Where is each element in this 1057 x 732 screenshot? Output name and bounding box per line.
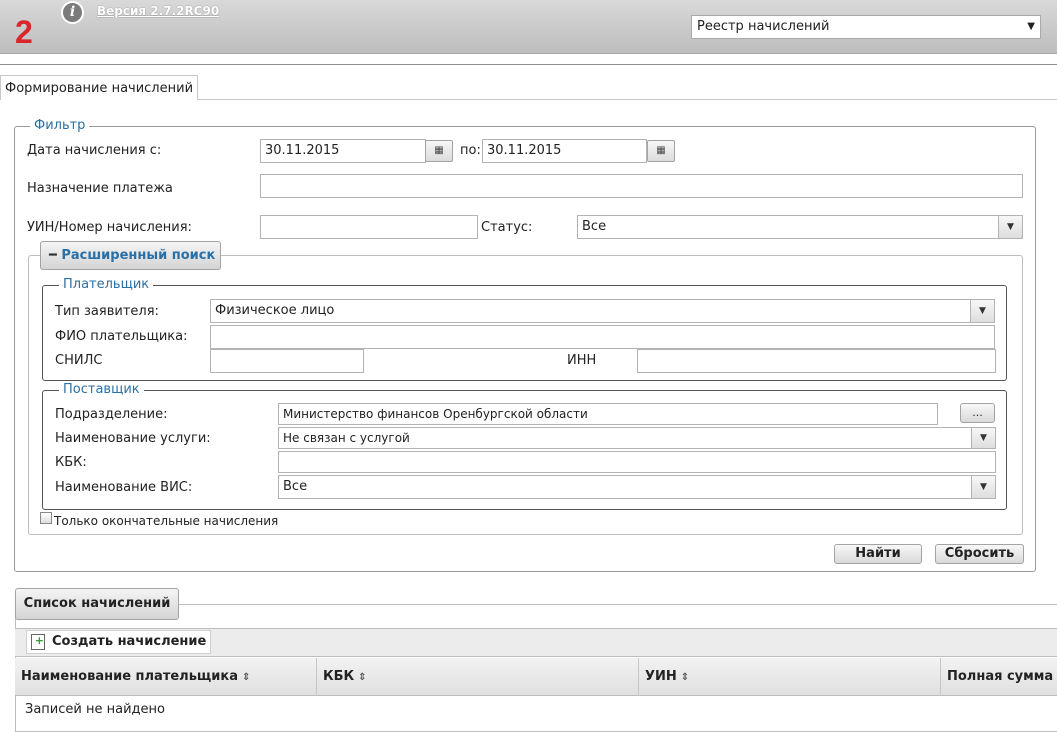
status-select[interactable]: Все ▼ xyxy=(577,215,1023,239)
divider xyxy=(0,64,1057,65)
sort-icon[interactable]: ⇕ xyxy=(242,672,250,683)
version-link[interactable]: Версия 2.7.2RC90 xyxy=(97,4,219,18)
column-header-total-amount[interactable]: Полная сумма н xyxy=(941,658,1057,696)
empty-table-message: Записей не найдено xyxy=(25,702,165,717)
division-input[interactable]: Министерство финансов Оренбургской облас… xyxy=(278,403,938,425)
service-select[interactable]: Не связан с услугой ▼ xyxy=(278,427,996,449)
applicant-type-value: Физическое лицо xyxy=(215,303,335,318)
date-to-label: по: xyxy=(460,143,481,158)
division-label: Подразделение: xyxy=(55,407,168,422)
info-icon[interactable]: i xyxy=(61,1,84,24)
service-select-value: Не связан с услугой xyxy=(283,431,410,445)
purpose-input[interactable] xyxy=(260,174,1023,198)
add-document-icon: + xyxy=(31,634,45,650)
kbk-input[interactable] xyxy=(278,451,996,473)
sort-icon[interactable]: ⇕ xyxy=(681,672,689,683)
advanced-search-toggle[interactable]: ━ Расширенный поиск xyxy=(40,241,221,270)
tab-charges-formation[interactable]: Формирование начислений xyxy=(0,75,199,100)
inn-input[interactable] xyxy=(637,349,996,373)
find-button[interactable]: Найти xyxy=(834,544,922,564)
date-to-input[interactable]: 30.11.2015 xyxy=(482,139,647,163)
calendar-icon[interactable]: ▦ xyxy=(425,140,453,162)
dropdown-arrow-icon[interactable]: ▼ xyxy=(970,300,994,322)
status-select-value: Все xyxy=(582,219,607,234)
dropdown-arrow-icon[interactable]: ▼ xyxy=(998,216,1022,238)
reset-button[interactable]: Сбросить xyxy=(935,544,1024,564)
sort-icon[interactable]: ⇕ xyxy=(358,672,366,683)
filter-legend: Фильтр xyxy=(30,119,90,133)
vis-select[interactable]: Все ▼ xyxy=(278,475,996,499)
uin-input[interactable] xyxy=(260,215,478,239)
kbk-label: КБК: xyxy=(55,455,87,470)
table-header: Наименование плательщика ⇕ КБК ⇕ УИН ⇕ Полн… xyxy=(15,658,1057,696)
division-pick-button[interactable]: ... xyxy=(960,403,995,423)
payer-fio-input[interactable] xyxy=(210,325,995,349)
payer-legend: Плательщик xyxy=(59,278,154,292)
divider xyxy=(197,99,1057,100)
vis-label: Наименование ВИС: xyxy=(55,480,193,495)
column-header-kbk[interactable]: КБК ⇕ xyxy=(317,658,639,696)
dropdown-arrow-icon[interactable]: ▼ xyxy=(971,476,995,498)
step-number: 2 xyxy=(15,14,33,50)
uin-label: УИН/Номер начисления: xyxy=(27,220,192,235)
purpose-label: Назначение платежа xyxy=(27,181,173,196)
snils-input[interactable] xyxy=(210,349,364,373)
module-select[interactable]: Реестр начислений ▼ xyxy=(691,15,1041,39)
final-only-label: Только окончательные начисления xyxy=(54,514,279,528)
date-from-input[interactable]: 30.11.2015 xyxy=(260,139,426,163)
module-select-value: Реестр начислений xyxy=(697,19,830,34)
applicant-type-label: Тип заявителя: xyxy=(55,304,159,319)
calendar-icon[interactable]: ▦ xyxy=(647,140,675,162)
applicant-type-select[interactable]: Физическое лицо ▼ xyxy=(210,299,995,323)
service-label: Наименование услуги: xyxy=(55,431,211,446)
column-header-payer-name[interactable]: Наименование плательщика ⇕ xyxy=(15,658,317,696)
supplier-legend: Поставщик xyxy=(59,383,144,397)
column-header-uin[interactable]: УИН ⇕ xyxy=(639,658,941,696)
dropdown-arrow-icon[interactable]: ▼ xyxy=(971,428,995,448)
snils-label: СНИЛС xyxy=(55,353,103,368)
dropdown-arrow-icon: ▼ xyxy=(1027,21,1035,32)
vis-select-value: Все xyxy=(283,479,308,494)
inn-label: ИНН xyxy=(567,353,597,368)
final-only-checkbox[interactable] xyxy=(40,512,52,524)
collapse-icon: ━ xyxy=(49,248,57,263)
date-label: Дата начисления с: xyxy=(27,143,162,158)
status-label: Статус: xyxy=(481,220,533,235)
create-charge-button[interactable]: Создать начисление xyxy=(26,630,212,654)
advanced-search-label: Расширенный поиск xyxy=(61,248,216,263)
tab-charges-list[interactable]: Список начислений xyxy=(15,588,179,620)
payer-fio-label: ФИО плательщика: xyxy=(55,329,188,344)
